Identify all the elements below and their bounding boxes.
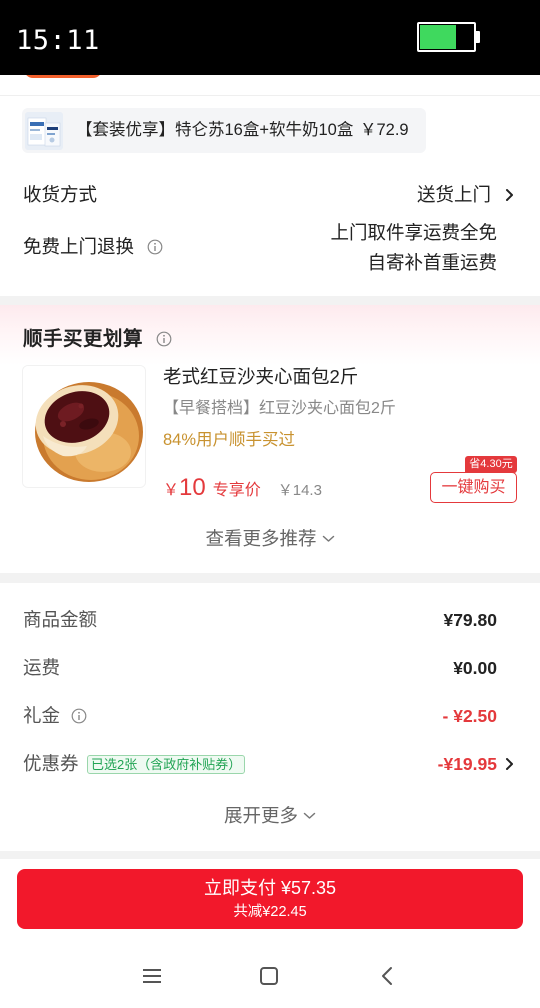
social-proof: 84%用户顺手买过: [163, 431, 296, 449]
summary-label-gift-money: 礼金: [23, 705, 61, 726]
summary-value-shipping: ¥0.00: [453, 658, 497, 678]
see-more-label: 查看更多推荐: [205, 528, 317, 549]
pay-now-label: 立即支付 ¥57.35: [203, 878, 337, 898]
price-label: 专享价: [212, 482, 261, 499]
product-price-row: ￥ 10 专享价 ￥14.3: [163, 472, 322, 504]
bundle-name: 【套装优享】特仑苏16盒+软牛奶10盒: [76, 121, 354, 139]
product-title[interactable]: 老式红豆沙夹心面包2斤: [163, 364, 358, 390]
pay-now-button[interactable]: 立即支付 ¥57.35 共减¥22.45: [17, 869, 523, 929]
battery-fill: [420, 25, 456, 49]
save-badge: 省4.30元: [465, 456, 517, 473]
section-divider: [0, 851, 540, 859]
product-price: 10: [179, 474, 206, 501]
checkout-screen: 15:11 【套装优享】特仑苏16盒+软牛奶10盒 ￥72.9 收货方式 送货上…: [0, 0, 540, 1008]
delivery-label: 收货方式: [23, 184, 98, 205]
summary-value-gift-money: - ¥2.50: [442, 706, 497, 726]
chevron-right-icon[interactable]: [505, 188, 514, 202]
info-icon[interactable]: [71, 708, 87, 724]
home-icon[interactable]: [259, 966, 279, 986]
product-subtitle: 【早餐搭档】红豆沙夹心面包2斤: [163, 400, 396, 417]
chevron-right-icon[interactable]: [505, 757, 514, 771]
summary-value-subtotal: ¥79.80: [443, 610, 497, 630]
bundle-price: ￥72.9: [360, 121, 409, 139]
expand-more-label: 展开更多: [223, 805, 298, 826]
summary-value-coupon[interactable]: -¥19.95: [438, 751, 497, 777]
milk-box-thumbnail: [25, 112, 63, 150]
chevron-down-icon: [303, 812, 316, 819]
original-price: ￥14.3: [277, 482, 322, 499]
info-icon[interactable]: [156, 331, 172, 347]
one-click-buy-button[interactable]: 一键购买: [430, 472, 517, 503]
menu-icon[interactable]: [142, 968, 162, 984]
delivery-value[interactable]: 送货上门: [417, 182, 491, 208]
coupon-tag[interactable]: 已选2张（含政府补贴券）: [87, 755, 246, 774]
product-image[interactable]: [22, 365, 146, 488]
expand-more[interactable]: 展开更多: [0, 803, 540, 829]
back-icon[interactable]: [381, 966, 393, 986]
summary-label-shipping: 运费: [23, 657, 61, 678]
price-currency: ￥: [163, 482, 180, 499]
top-divider: [0, 95, 540, 96]
status-bar: 15:11: [0, 0, 540, 75]
summary-label-subtotal: 商品金额: [23, 609, 98, 630]
red-bean-bread-photo: [23, 366, 145, 487]
returns-label: 免费上门退换: [23, 236, 135, 257]
summary-label-coupon: 优惠券: [23, 753, 79, 774]
total-discount-label: 共减¥22.45: [233, 904, 307, 920]
addon-title: 顺手买更划算: [23, 328, 144, 350]
battery-icon: [417, 22, 476, 52]
bundle-banner[interactable]: 【套装优享】特仑苏16盒+软牛奶10盒 ￥72.9: [22, 108, 426, 153]
returns-line-2: 自寄补首重运费: [367, 252, 497, 273]
info-icon[interactable]: [147, 239, 163, 255]
section-divider: [0, 296, 540, 305]
section-divider: [0, 573, 540, 583]
status-time: 15:11: [16, 25, 100, 56]
chevron-down-icon: [322, 535, 334, 542]
see-more-recommendations[interactable]: 查看更多推荐: [0, 526, 540, 552]
battery-tip: [476, 31, 480, 43]
returns-line-1: 上门取件享运费全免: [330, 222, 497, 243]
